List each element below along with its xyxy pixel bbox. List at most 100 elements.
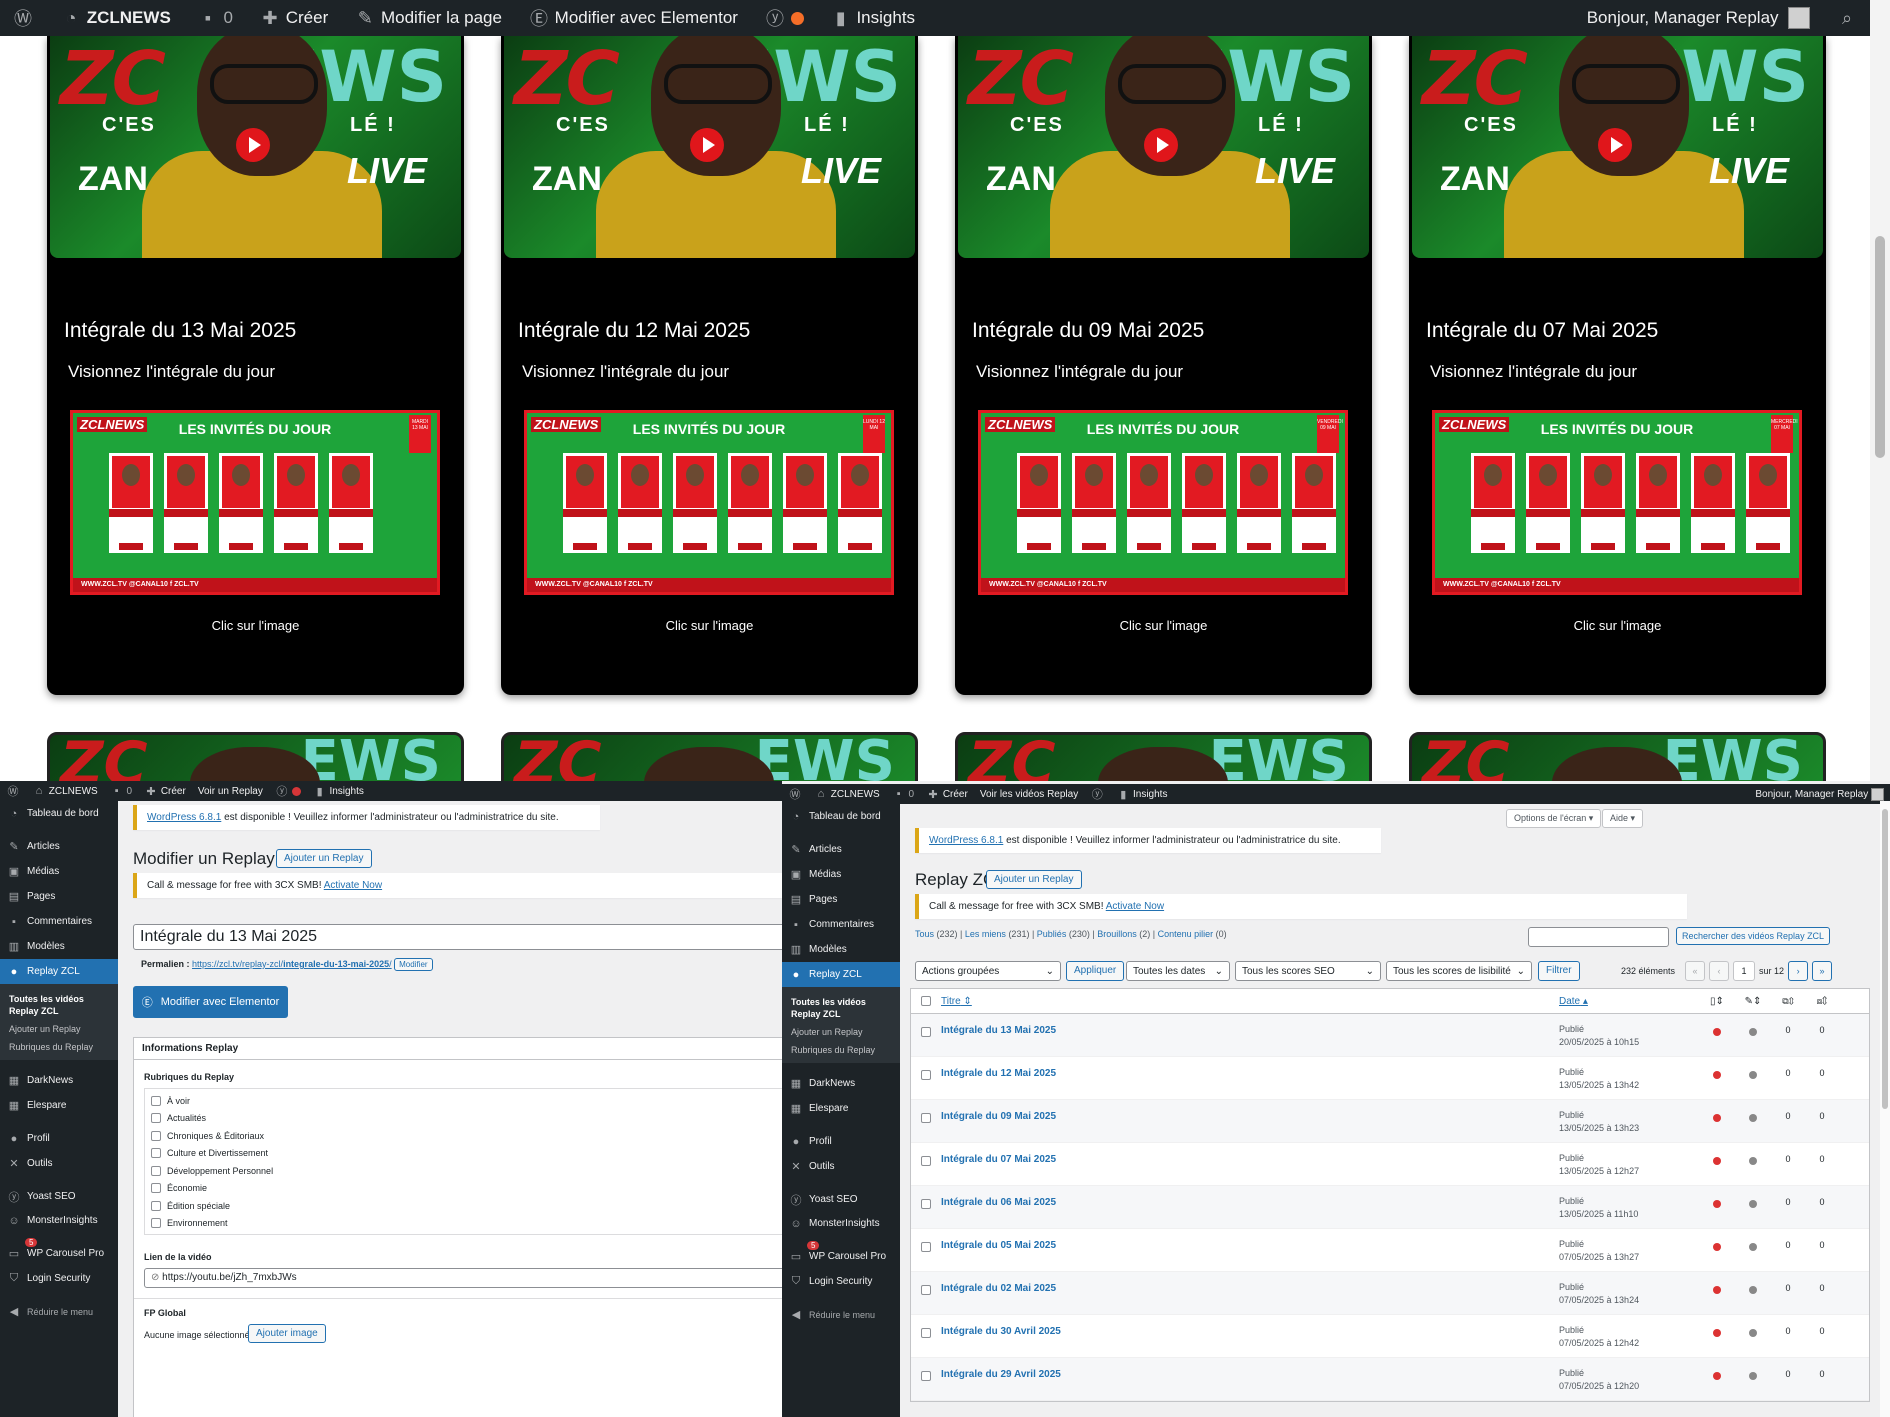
- filter-mine[interactable]: Les miens: [965, 929, 1006, 939]
- menu-item-elespare[interactable]: ▦ Elespare: [0, 1093, 118, 1118]
- row-checkbox[interactable]: [921, 1242, 931, 1252]
- menu-item-pages[interactable]: ▤ Pages: [0, 884, 118, 909]
- view-replays-link[interactable]: Voir les vidéos Replay: [980, 789, 1078, 800]
- menu-item-templates[interactable]: ▥ Modèles: [782, 937, 900, 962]
- readability-select[interactable]: Tous les scores de lisibilité ⌄: [1386, 961, 1532, 981]
- row-title-link[interactable]: Intégrale du 06 Mai 2025: [941, 1186, 1559, 1228]
- page-number-input[interactable]: 1: [1733, 961, 1756, 981]
- account-menu[interactable]: Bonjour, Manager Replay: [1587, 7, 1810, 29]
- next-page-button[interactable]: ›: [1788, 961, 1809, 981]
- permalink-url[interactable]: https://zcl.tv/replay-zcl/integrale-du-1…: [192, 959, 392, 969]
- menu-item-monsterinsights[interactable]: ☺ MonsterInsights 5: [0, 1209, 118, 1247]
- replay-card[interactable]: ZC EWS C'ES LÉ ! ZAN LIVE Intégrale du 1…: [47, 36, 464, 695]
- search-icon[interactable]: ⌕: [1836, 7, 1858, 29]
- menu-item-comments[interactable]: ▪ Commentaires: [0, 909, 118, 934]
- filter-sticky[interactable]: Contenu pilier: [1158, 929, 1214, 939]
- title-column-header[interactable]: Titre ⇕: [941, 996, 1559, 1007]
- row-checkbox[interactable]: [921, 1199, 931, 1209]
- row-checkbox[interactable]: [921, 1285, 931, 1295]
- menu-item-posts[interactable]: ✎ Articles: [782, 837, 900, 862]
- category-checkbox[interactable]: [151, 1183, 161, 1194]
- filter-all[interactable]: Tous: [915, 929, 934, 939]
- scrollbar-thumb[interactable]: [1882, 809, 1888, 1109]
- menu-item-elespare[interactable]: ▦ Elespare: [782, 1096, 900, 1121]
- category-option[interactable]: Développement Personnel: [151, 1162, 782, 1180]
- video-thumbnail[interactable]: ZC EWS C'ES LÉ ! ZAN LIVE: [1412, 36, 1823, 258]
- screen-options-button[interactable]: Options de l'écran ▾: [1506, 809, 1602, 828]
- search-input[interactable]: [1528, 927, 1669, 947]
- links-column-header[interactable]: ⧉⇕: [1771, 996, 1805, 1007]
- filter-drafts[interactable]: Brouillons: [1097, 929, 1137, 939]
- insights-link[interactable]: ▮ Insights: [313, 784, 364, 798]
- category-checkbox[interactable]: [151, 1165, 161, 1176]
- submenu-item[interactable]: Toutes les vidéos Replay ZCL: [0, 990, 118, 1020]
- menu-item-comments[interactable]: ▪ Commentaires: [782, 912, 900, 937]
- menu-item-dashboard[interactable]: ◔ Tableau de bord: [782, 804, 900, 829]
- category-option[interactable]: Culture et Divertissement: [151, 1145, 782, 1163]
- site-name-link[interactable]: ◔ ZCLNEWS: [60, 7, 171, 29]
- menu-item-replay[interactable]: ● Replay ZCL: [0, 959, 118, 984]
- menu-item-replay[interactable]: ● Replay ZCL: [782, 962, 900, 987]
- menu-item-yoast[interactable]: ⓨ Yoast SEO: [0, 1184, 118, 1209]
- row-title-link[interactable]: Intégrale du 05 Mai 2025: [941, 1229, 1559, 1271]
- add-replay-button[interactable]: Ajouter un Replay: [276, 849, 372, 868]
- replay-card-next-row[interactable]: ZC EWS: [1409, 732, 1826, 781]
- dates-select[interactable]: Toutes les dates ⌄: [1126, 961, 1230, 981]
- category-option[interactable]: Chroniques & Éditoriaux: [151, 1127, 782, 1145]
- replay-card-next-row[interactable]: ZC EWS: [955, 732, 1372, 781]
- submenu-item[interactable]: Rubriques du Replay: [782, 1041, 900, 1059]
- date-column-header[interactable]: Date ▴: [1559, 996, 1699, 1007]
- menu-item-pages[interactable]: ▤ Pages: [782, 887, 900, 912]
- list-scrollbar[interactable]: [1880, 801, 1890, 1417]
- insights-link[interactable]: ▮ Insights: [1116, 787, 1167, 801]
- menu-item-darknews[interactable]: ▦ DarkNews: [0, 1068, 118, 1093]
- category-checkbox[interactable]: [151, 1148, 161, 1159]
- play-icon[interactable]: [1598, 128, 1632, 162]
- menu-item-profile[interactable]: ● Profil: [0, 1126, 118, 1151]
- category-option[interactable]: Économie: [151, 1180, 782, 1198]
- site-name-link[interactable]: ⌂ ZCLNEWS: [32, 784, 98, 798]
- wordpress-icon[interactable]: Ⓦ: [12, 7, 34, 29]
- replay-card[interactable]: ZC EWS C'ES LÉ ! ZAN LIVE Intégrale du 0…: [955, 36, 1372, 695]
- create-menu[interactable]: ✚ Créer: [144, 784, 185, 798]
- card-title[interactable]: Intégrale du 09 Mai 2025: [972, 319, 1204, 343]
- inbound-column-header[interactable]: ⧈⇕: [1805, 996, 1839, 1007]
- submenu-item[interactable]: Ajouter un Replay: [0, 1020, 118, 1038]
- guests-poster[interactable]: ZCLNEWS LES INVITÉS DU JOUR MERCREDI 07 …: [1432, 410, 1802, 595]
- category-option[interactable]: Actualités: [151, 1110, 782, 1128]
- comments-link[interactable]: ▪ 0: [892, 787, 914, 801]
- card-title[interactable]: Intégrale du 07 Mai 2025: [1426, 319, 1658, 343]
- seo-select[interactable]: Tous les scores SEO ⌄: [1235, 961, 1381, 981]
- menu-item-collapse[interactable]: ◀ Réduire le menu: [0, 1299, 118, 1324]
- activate-link[interactable]: Activate Now: [324, 880, 382, 891]
- menu-item-login-security[interactable]: ⛉ Login Security: [0, 1266, 118, 1291]
- guests-poster[interactable]: ZCLNEWS LES INVITÉS DU JOUR LUNDI 12 MAI…: [524, 410, 894, 595]
- row-checkbox[interactable]: [921, 1027, 931, 1037]
- replay-card[interactable]: ZC EWS C'ES LÉ ! ZAN LIVE Intégrale du 1…: [501, 36, 918, 695]
- yoast-menu[interactable]: ⓨ: [764, 7, 804, 29]
- add-replay-button[interactable]: Ajouter un Replay: [986, 870, 1082, 889]
- menu-item-carousel[interactable]: ▭ WP Carousel Pro: [782, 1244, 900, 1269]
- replay-card[interactable]: ZC EWS C'ES LÉ ! ZAN LIVE Intégrale du 0…: [1409, 36, 1826, 695]
- row-title-link[interactable]: Intégrale du 07 Mai 2025: [941, 1143, 1559, 1185]
- account-menu[interactable]: Bonjour, Manager Replay: [1755, 787, 1884, 801]
- category-checkbox[interactable]: [151, 1095, 161, 1106]
- post-title-input[interactable]: Intégrale du 13 Mai 2025: [133, 924, 782, 950]
- menu-item-profile[interactable]: ● Profil: [782, 1129, 900, 1154]
- submenu-item[interactable]: Rubriques du Replay: [0, 1038, 118, 1056]
- row-title-link[interactable]: Intégrale du 12 Mai 2025: [941, 1057, 1559, 1099]
- readability-column-header[interactable]: ✎⇕: [1735, 996, 1771, 1007]
- update-link[interactable]: WordPress 6.8.1: [929, 835, 1003, 846]
- category-option[interactable]: Édition spéciale: [151, 1197, 782, 1215]
- edit-elementor-link[interactable]: Ⓔ Modifier avec Elementor: [528, 7, 738, 29]
- comments-link[interactable]: ▪ 0: [197, 7, 233, 29]
- help-button[interactable]: Aide ▾: [1602, 809, 1644, 828]
- menu-item-collapse[interactable]: ◀ Réduire le menu: [782, 1302, 900, 1327]
- row-title-link[interactable]: Intégrale du 09 Mai 2025: [941, 1100, 1559, 1142]
- guests-poster[interactable]: ZCLNEWS LES INVITÉS DU JOUR MARDI 13 MAI…: [70, 410, 440, 595]
- submenu-item[interactable]: Toutes les vidéos Replay ZCL: [782, 993, 900, 1023]
- play-icon[interactable]: [1144, 128, 1178, 162]
- video-thumbnail[interactable]: ZC EWS C'ES LÉ ! ZAN LIVE: [50, 36, 461, 258]
- row-title-link[interactable]: Intégrale du 02 Mai 2025: [941, 1272, 1559, 1314]
- category-checkbox[interactable]: [151, 1218, 161, 1229]
